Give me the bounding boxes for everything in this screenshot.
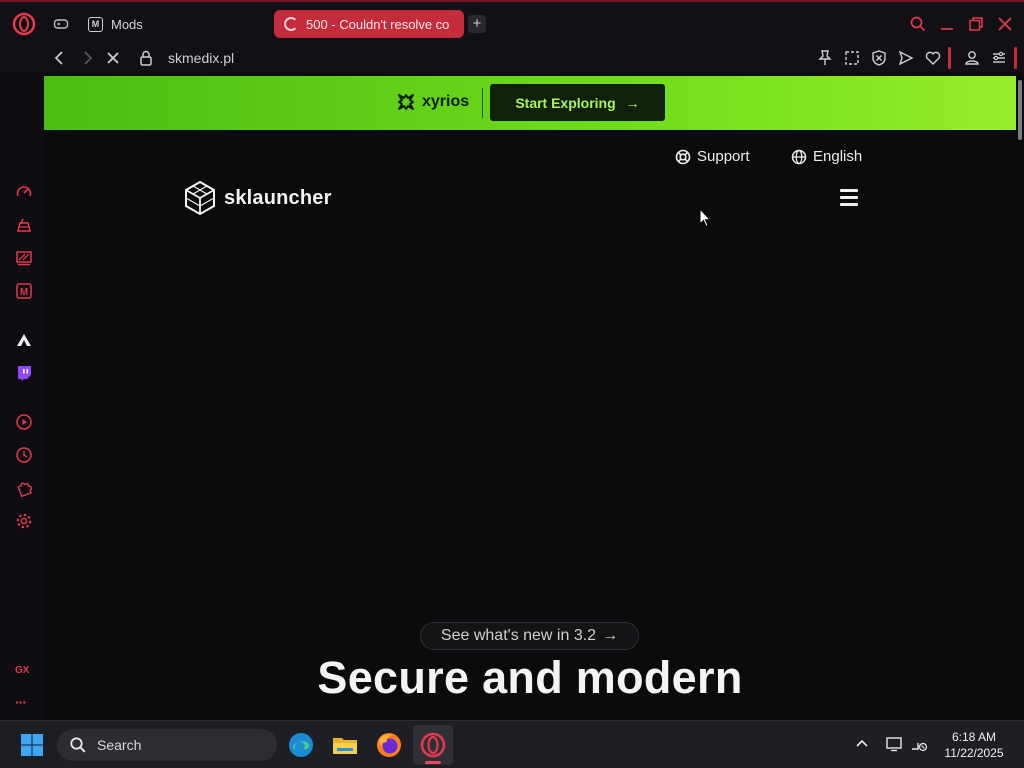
taskbar-clock[interactable]: 6:18 AM 11/22/2025 [936, 729, 1012, 761]
tab-mods-label: Mods [111, 16, 143, 32]
whats-new-label: See what's new in 3.2 [440, 627, 597, 644]
sidebar: M GX ··· [0, 72, 44, 720]
promo-brand[interactable]: xyrios [396, 92, 469, 112]
account-icon[interactable] [963, 49, 981, 67]
restore-icon[interactable] [967, 15, 985, 33]
send-icon[interactable] [897, 49, 915, 67]
support-label: Support [697, 148, 750, 165]
adblock-icon[interactable] [870, 49, 888, 67]
cube-logo-icon [185, 180, 215, 216]
active-app-indicator [425, 761, 441, 764]
hero-headline: Secure and modern [317, 652, 743, 703]
globe-icon [791, 149, 807, 164]
language-label: English [813, 148, 863, 165]
whats-new-pill[interactable]: See what's new in 3.2 → [420, 622, 639, 650]
back-icon[interactable] [51, 49, 69, 67]
search-icon [70, 737, 86, 753]
heart-icon[interactable] [924, 49, 942, 67]
edge-icon[interactable] [287, 731, 315, 759]
display-icon[interactable] [885, 735, 903, 753]
twitch-alt-icon[interactable] [15, 249, 33, 267]
support-link[interactable]: Support [675, 148, 750, 165]
tab-mods[interactable]: M Mods [88, 12, 143, 36]
svg-text:M: M [20, 287, 28, 298]
speed-dial-icon[interactable] [15, 183, 33, 201]
loading-spinner-icon [284, 17, 298, 31]
opera-gx-logo-icon[interactable] [12, 12, 36, 36]
taskbar-search[interactable]: Search [57, 729, 277, 761]
minimize-icon[interactable] [938, 15, 956, 33]
toolbar-divider [1014, 47, 1017, 69]
language-selector[interactable]: English [791, 148, 862, 165]
clock-date: 11/22/2025 [944, 746, 1004, 760]
lock-icon[interactable] [137, 49, 155, 67]
m-site-icon[interactable]: M [15, 282, 33, 300]
gx-corner-icon[interactable] [15, 216, 33, 234]
page-scrollbar[interactable] [1016, 76, 1024, 720]
logo-text: sklauncher [224, 186, 332, 209]
windows-taskbar: Search 6:18 AM 11/22/2025 [0, 720, 1024, 768]
network-disconnected-icon[interactable] [910, 735, 928, 753]
address-bar: skmedix.pl [0, 44, 1024, 72]
m-site-icon: M [88, 16, 103, 32]
extensions-icon[interactable] [15, 479, 33, 497]
file-explorer-icon[interactable] [331, 731, 359, 759]
twitch-icon[interactable] [15, 364, 33, 382]
easy-setup-icon[interactable] [990, 49, 1008, 67]
snapshot-icon[interactable] [843, 49, 861, 67]
start-exploring-label: Start Exploring [515, 94, 616, 111]
mouse-cursor-icon [699, 208, 711, 228]
search-label: Search [97, 737, 142, 753]
search-icon[interactable] [909, 15, 927, 33]
gx-icon[interactable]: GX [15, 665, 29, 676]
tab-bar: M Mods 500 - Couldn't resolve co + [0, 0, 1024, 44]
sklauncher-logo[interactable]: sklauncher [182, 180, 332, 216]
close-icon[interactable] [996, 15, 1014, 33]
firefox-icon[interactable] [375, 731, 403, 759]
history-icon[interactable] [15, 446, 33, 464]
player-icon[interactable] [15, 413, 33, 431]
start-exploring-button[interactable]: Start Exploring → [490, 84, 665, 121]
scrollbar-thumb[interactable] [1018, 80, 1022, 140]
tab-active-label: 500 - Couldn't resolve co [306, 16, 450, 32]
chevron-up-icon[interactable] [853, 735, 871, 753]
pin-icon[interactable] [816, 49, 834, 67]
tab-active-error[interactable]: 500 - Couldn't resolve co [274, 10, 464, 38]
settings-icon[interactable] [15, 512, 33, 530]
extension-icon[interactable] [15, 331, 33, 349]
arrow-right-icon: → [602, 627, 619, 644]
web-page: xyrios Start Exploring → Support English [44, 76, 1016, 720]
gamepad-icon[interactable] [53, 16, 69, 32]
clock-time: 6:18 AM [951, 730, 997, 744]
windows-start-icon[interactable] [20, 733, 44, 757]
more-icon[interactable]: ··· [15, 694, 27, 710]
xyrios-logo-icon [398, 94, 414, 110]
opera-gx-icon[interactable] [419, 731, 447, 759]
lifebuoy-icon [675, 149, 691, 164]
forward-icon[interactable] [78, 49, 96, 67]
stop-loading-icon[interactable] [104, 49, 122, 67]
promo-brand-name: xyrios [422, 93, 470, 110]
arrow-right-icon: → [625, 94, 640, 111]
promo-banner: xyrios Start Exploring → [44, 76, 1016, 130]
url-field[interactable]: skmedix.pl [168, 50, 234, 66]
promo-divider [482, 88, 483, 118]
toolbar-divider [948, 47, 951, 69]
hamburger-menu-icon[interactable] [840, 189, 858, 206]
new-tab-button[interactable]: + [468, 15, 486, 33]
